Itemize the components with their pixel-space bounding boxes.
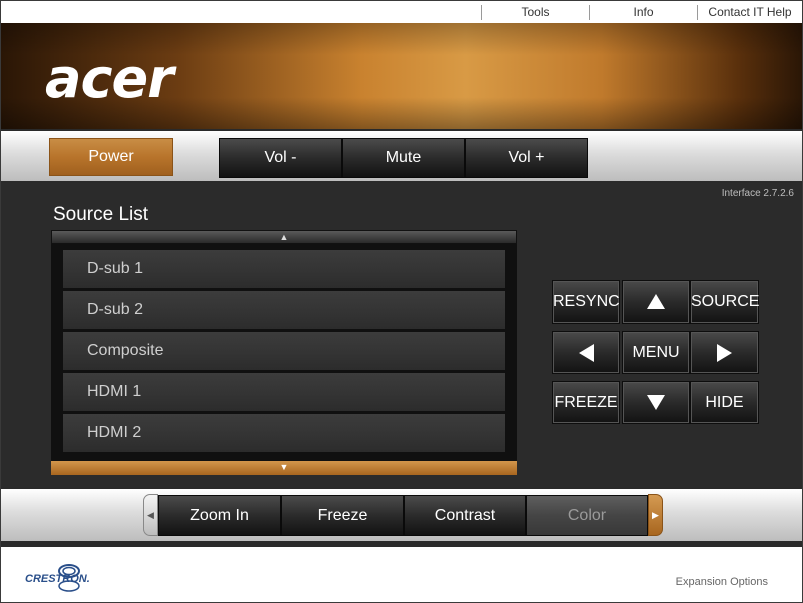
source-list: ▲ D-sub 1 D-sub 2 Composite HDMI 1 HDMI …	[51, 230, 517, 475]
right-button[interactable]	[690, 331, 759, 374]
expansion-options-link[interactable]: Expansion Options	[676, 576, 768, 588]
vol-down-button[interactable]: Vol -	[219, 138, 342, 178]
down-button[interactable]	[622, 381, 690, 424]
mute-button[interactable]: Mute	[342, 138, 465, 178]
source-item-dsub2[interactable]: D-sub 2	[63, 291, 505, 329]
contrast-button[interactable]: Contrast	[404, 495, 526, 536]
source-item-hdmi1[interactable]: HDMI 1	[63, 373, 505, 411]
source-item-hdmi2[interactable]: HDMI 2	[63, 414, 505, 452]
header-banner: acer	[1, 23, 802, 129]
power-button[interactable]: Power	[49, 138, 173, 176]
arrow-up-icon: ▲	[279, 232, 289, 242]
up-arrow-icon	[647, 294, 665, 309]
left-arrow-icon	[578, 344, 594, 362]
scroll-left-button[interactable]: ◀	[143, 494, 158, 536]
menu-info[interactable]: Info	[589, 5, 697, 20]
top-menu-bar: Tools Info Contact IT Help	[1, 1, 802, 23]
vol-up-button[interactable]: Vol +	[465, 138, 588, 178]
scroll-down-button[interactable]: ▼	[51, 461, 517, 475]
menu-contact-help[interactable]: Contact IT Help	[697, 5, 802, 20]
source-item-composite[interactable]: Composite	[63, 332, 505, 370]
source-list-title: Source List	[53, 204, 149, 225]
footer: CRESTRON. Expansion Options	[1, 543, 802, 602]
menu-tools[interactable]: Tools	[481, 5, 589, 20]
freeze-button[interactable]: Freeze	[281, 495, 404, 536]
color-button[interactable]: Color	[526, 495, 648, 536]
down-arrow-icon	[647, 395, 665, 410]
source-button[interactable]: SOURCE	[690, 280, 759, 324]
resync-button[interactable]: RESYNC	[552, 280, 620, 324]
hide-button[interactable]: HIDE	[690, 381, 759, 424]
zoom-in-button[interactable]: Zoom In	[158, 495, 281, 536]
up-button[interactable]	[622, 280, 690, 324]
arrow-right-icon: ▶	[652, 510, 659, 520]
arrow-down-icon: ▼	[279, 462, 289, 472]
right-arrow-icon	[717, 344, 732, 362]
image-control-strip: ◀ Zoom In Freeze Contrast Color ▶	[1, 487, 802, 543]
volume-control-strip: Power Vol - Mute Vol +	[1, 129, 802, 183]
left-button[interactable]	[552, 331, 620, 374]
app-window: Tools Info Contact IT Help acer Power Vo…	[0, 0, 803, 603]
source-item-dsub1[interactable]: D-sub 1	[63, 250, 505, 288]
interface-version: Interface 2.7.2.6	[721, 188, 794, 199]
main-panel: Interface 2.7.2.6 Source List ▲ D-sub 1 …	[1, 183, 802, 487]
menu-button[interactable]: MENU	[622, 331, 690, 374]
scroll-up-button[interactable]: ▲	[51, 230, 517, 244]
scroll-right-button[interactable]: ▶	[648, 494, 663, 536]
acer-logo: acer	[45, 47, 174, 110]
crestron-logo: CRESTRON.	[25, 573, 90, 585]
freeze-pad-button[interactable]: FREEZE	[552, 381, 620, 424]
arrow-left-icon: ◀	[147, 510, 154, 520]
